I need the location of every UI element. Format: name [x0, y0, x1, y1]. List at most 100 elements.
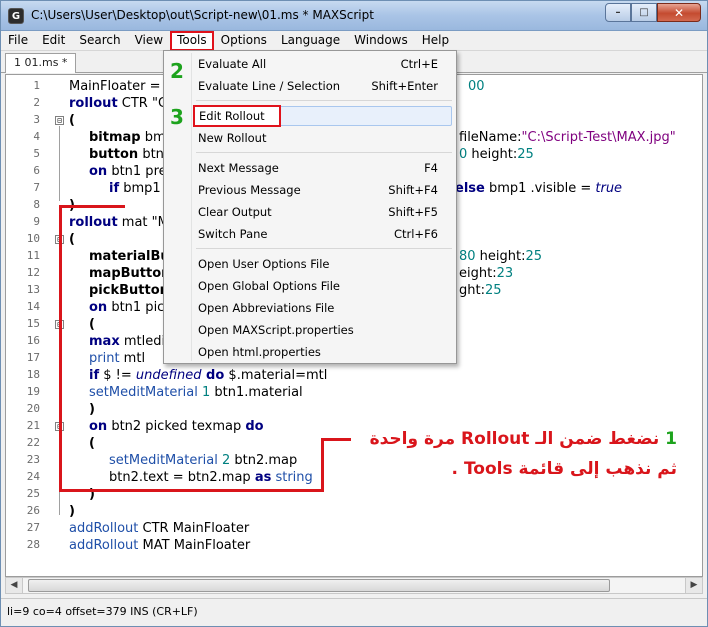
- line-number: 25: [26, 487, 40, 500]
- code-text: MAT MainFloater: [138, 538, 251, 553]
- code-function: setMeditMaterial: [109, 453, 218, 468]
- code-line-18: if $ != undefined do $.material=mtl: [89, 367, 327, 384]
- code-text: eight:: [459, 266, 497, 281]
- code-function: addRollout: [69, 521, 139, 536]
- menu-language[interactable]: Language: [274, 31, 347, 51]
- code-line-28: addRollout MAT MainFloater: [69, 537, 250, 554]
- code-line-24: btn2.text = btn2.map as string: [109, 469, 313, 486]
- code-function: string: [271, 470, 313, 485]
- menu-item-open-maxscript-properties[interactable]: Open MAXScript.properties: [194, 319, 454, 341]
- code-line-5: button btn 0 height:25: [89, 146, 534, 163]
- menu-search[interactable]: Search: [72, 31, 127, 51]
- menu-bar: File Edit Search View Tools Options Lang…: [1, 31, 707, 51]
- menu-windows[interactable]: Windows: [347, 31, 415, 51]
- menu-view[interactable]: View: [128, 31, 170, 51]
- menu-item-open-html-properties[interactable]: Open html.properties: [194, 341, 454, 363]
- code-text: ): [69, 504, 75, 519]
- code-keyword: if: [109, 181, 120, 196]
- menu-item-open-user-options[interactable]: Open User Options File: [194, 253, 454, 275]
- menu-item-clear-output[interactable]: Clear Output Shift+F5: [194, 201, 454, 223]
- menu-item-label: Open MAXScript.properties: [198, 323, 354, 337]
- minimize-button[interactable]: –: [605, 3, 631, 22]
- menu-help[interactable]: Help: [415, 31, 456, 51]
- menu-separator: [196, 100, 452, 101]
- code-keyword: true: [595, 181, 623, 196]
- code-text: ): [89, 402, 95, 417]
- code-text: btn1 pre: [107, 164, 167, 179]
- code-text: bmp1 .visible =: [484, 181, 596, 196]
- menu-item-open-abbreviations[interactable]: Open Abbreviations File: [194, 297, 454, 319]
- menu-item-new-rollout[interactable]: New Rollout: [194, 127, 454, 149]
- line-number: 4: [33, 130, 40, 143]
- code-text: eight:23: [459, 265, 513, 282]
- line-number: 17: [26, 351, 40, 364]
- horizontal-scrollbar[interactable]: ◀ ▶: [5, 577, 703, 594]
- code-keyword: rollout: [69, 215, 118, 230]
- menu-item-open-global-options[interactable]: Open Global Options File: [194, 275, 454, 297]
- line-number: 27: [26, 521, 40, 534]
- code-text: CTR MainFloater: [138, 521, 250, 536]
- code-string: "C:\Script-Test\MAX.jpg": [521, 130, 676, 145]
- menu-edit[interactable]: Edit: [35, 31, 72, 51]
- code-line-14: on btn1 pic: [89, 299, 164, 316]
- code-line-12: mapButtor eight:23: [89, 265, 513, 282]
- code-number: 25: [525, 249, 543, 264]
- menu-item-evaluate-line[interactable]: Evaluate Line / Selection Shift+Enter: [194, 75, 454, 97]
- code-text: else bmp1 .visible = true: [455, 180, 622, 197]
- code-line-22: (: [89, 435, 95, 452]
- code-text: fileName:"C:\Script-Test\MAX.jpg": [459, 129, 676, 146]
- scroll-left-button[interactable]: ◀: [6, 578, 23, 593]
- line-number: 13: [26, 283, 40, 296]
- menu-item-switch-pane[interactable]: Switch Pane Ctrl+F6: [194, 223, 454, 245]
- menu-item-edit-rollout[interactable]: Edit Rollout: [193, 105, 281, 127]
- title-bar[interactable]: G C:\Users\User\Desktop\out\Script-new\0…: [1, 1, 707, 31]
- annotation-bracket: [321, 438, 324, 492]
- code-text: bm: [140, 130, 166, 145]
- code-text: mtl: [119, 351, 146, 366]
- code-number: 2: [217, 453, 231, 468]
- menu-tools[interactable]: Tools: [170, 31, 214, 51]
- code-line-21: on btn2 picked texmap do: [89, 418, 264, 435]
- line-number: 23: [26, 453, 40, 466]
- line-number: 8: [33, 198, 40, 211]
- code-text: btn: [138, 147, 164, 162]
- line-number: 26: [26, 504, 40, 517]
- menu-item-next-message[interactable]: Next Message F4: [194, 157, 454, 179]
- annotation-text-part: .: [451, 459, 459, 479]
- tools-dropdown-menu: 2 3 Evaluate All Ctrl+E Evaluate Line / S…: [163, 50, 457, 364]
- annotation-bracket: [59, 205, 62, 492]
- menu-file[interactable]: File: [1, 31, 35, 51]
- code-line-26: ): [69, 503, 75, 520]
- close-button[interactable]: ✕: [657, 3, 701, 22]
- annotation-text-part: Tools: [463, 459, 513, 479]
- menu-item-label: Evaluate All: [198, 57, 267, 71]
- annotation-bracket: [59, 489, 323, 492]
- annotation-text-part: نضغط ضمن الـ: [535, 429, 660, 449]
- code-text: 00: [468, 79, 485, 94]
- menu-item-label: Open User Options File: [198, 257, 330, 271]
- menu-options[interactable]: Options: [214, 31, 274, 51]
- code-keyword: else: [455, 181, 485, 196]
- menu-item-label: Previous Message: [198, 183, 301, 197]
- menu-item-label: Open Abbreviations File: [198, 301, 335, 315]
- step-number: 1: [665, 429, 677, 449]
- code-keyword: on: [89, 164, 108, 179]
- menu-item-previous-message[interactable]: Previous Message Shift+F4: [194, 179, 454, 201]
- menu-item-evaluate-all[interactable]: Evaluate All Ctrl+E: [194, 53, 454, 75]
- scroll-thumb[interactable]: [28, 579, 610, 592]
- code-text: $ !=: [99, 368, 136, 383]
- line-number: 2: [33, 96, 40, 109]
- line-number: 20: [26, 402, 40, 415]
- code-line-6: on btn1 pre: [89, 163, 167, 180]
- fold-toggle-icon[interactable]: ⊟: [55, 116, 64, 125]
- maximize-button[interactable]: □: [631, 3, 657, 22]
- code-number: 1: [197, 385, 211, 400]
- tab-01-ms[interactable]: 1 01.ms *: [5, 53, 77, 73]
- code-keyword: rollout: [69, 96, 118, 111]
- code-line-11: materialBu 80 height:25: [89, 248, 542, 265]
- annotation-text: 1 نضغط ضمن الـ Rollout مرة واحدة ثم نذهب…: [337, 424, 677, 484]
- code-line-16: max mtledi: [89, 333, 165, 350]
- code-line-4: bitmap bm fileName:"C:\Script-Test\MAX.jp…: [89, 129, 676, 146]
- line-number: 9: [33, 215, 40, 228]
- scroll-right-button[interactable]: ▶: [685, 578, 702, 593]
